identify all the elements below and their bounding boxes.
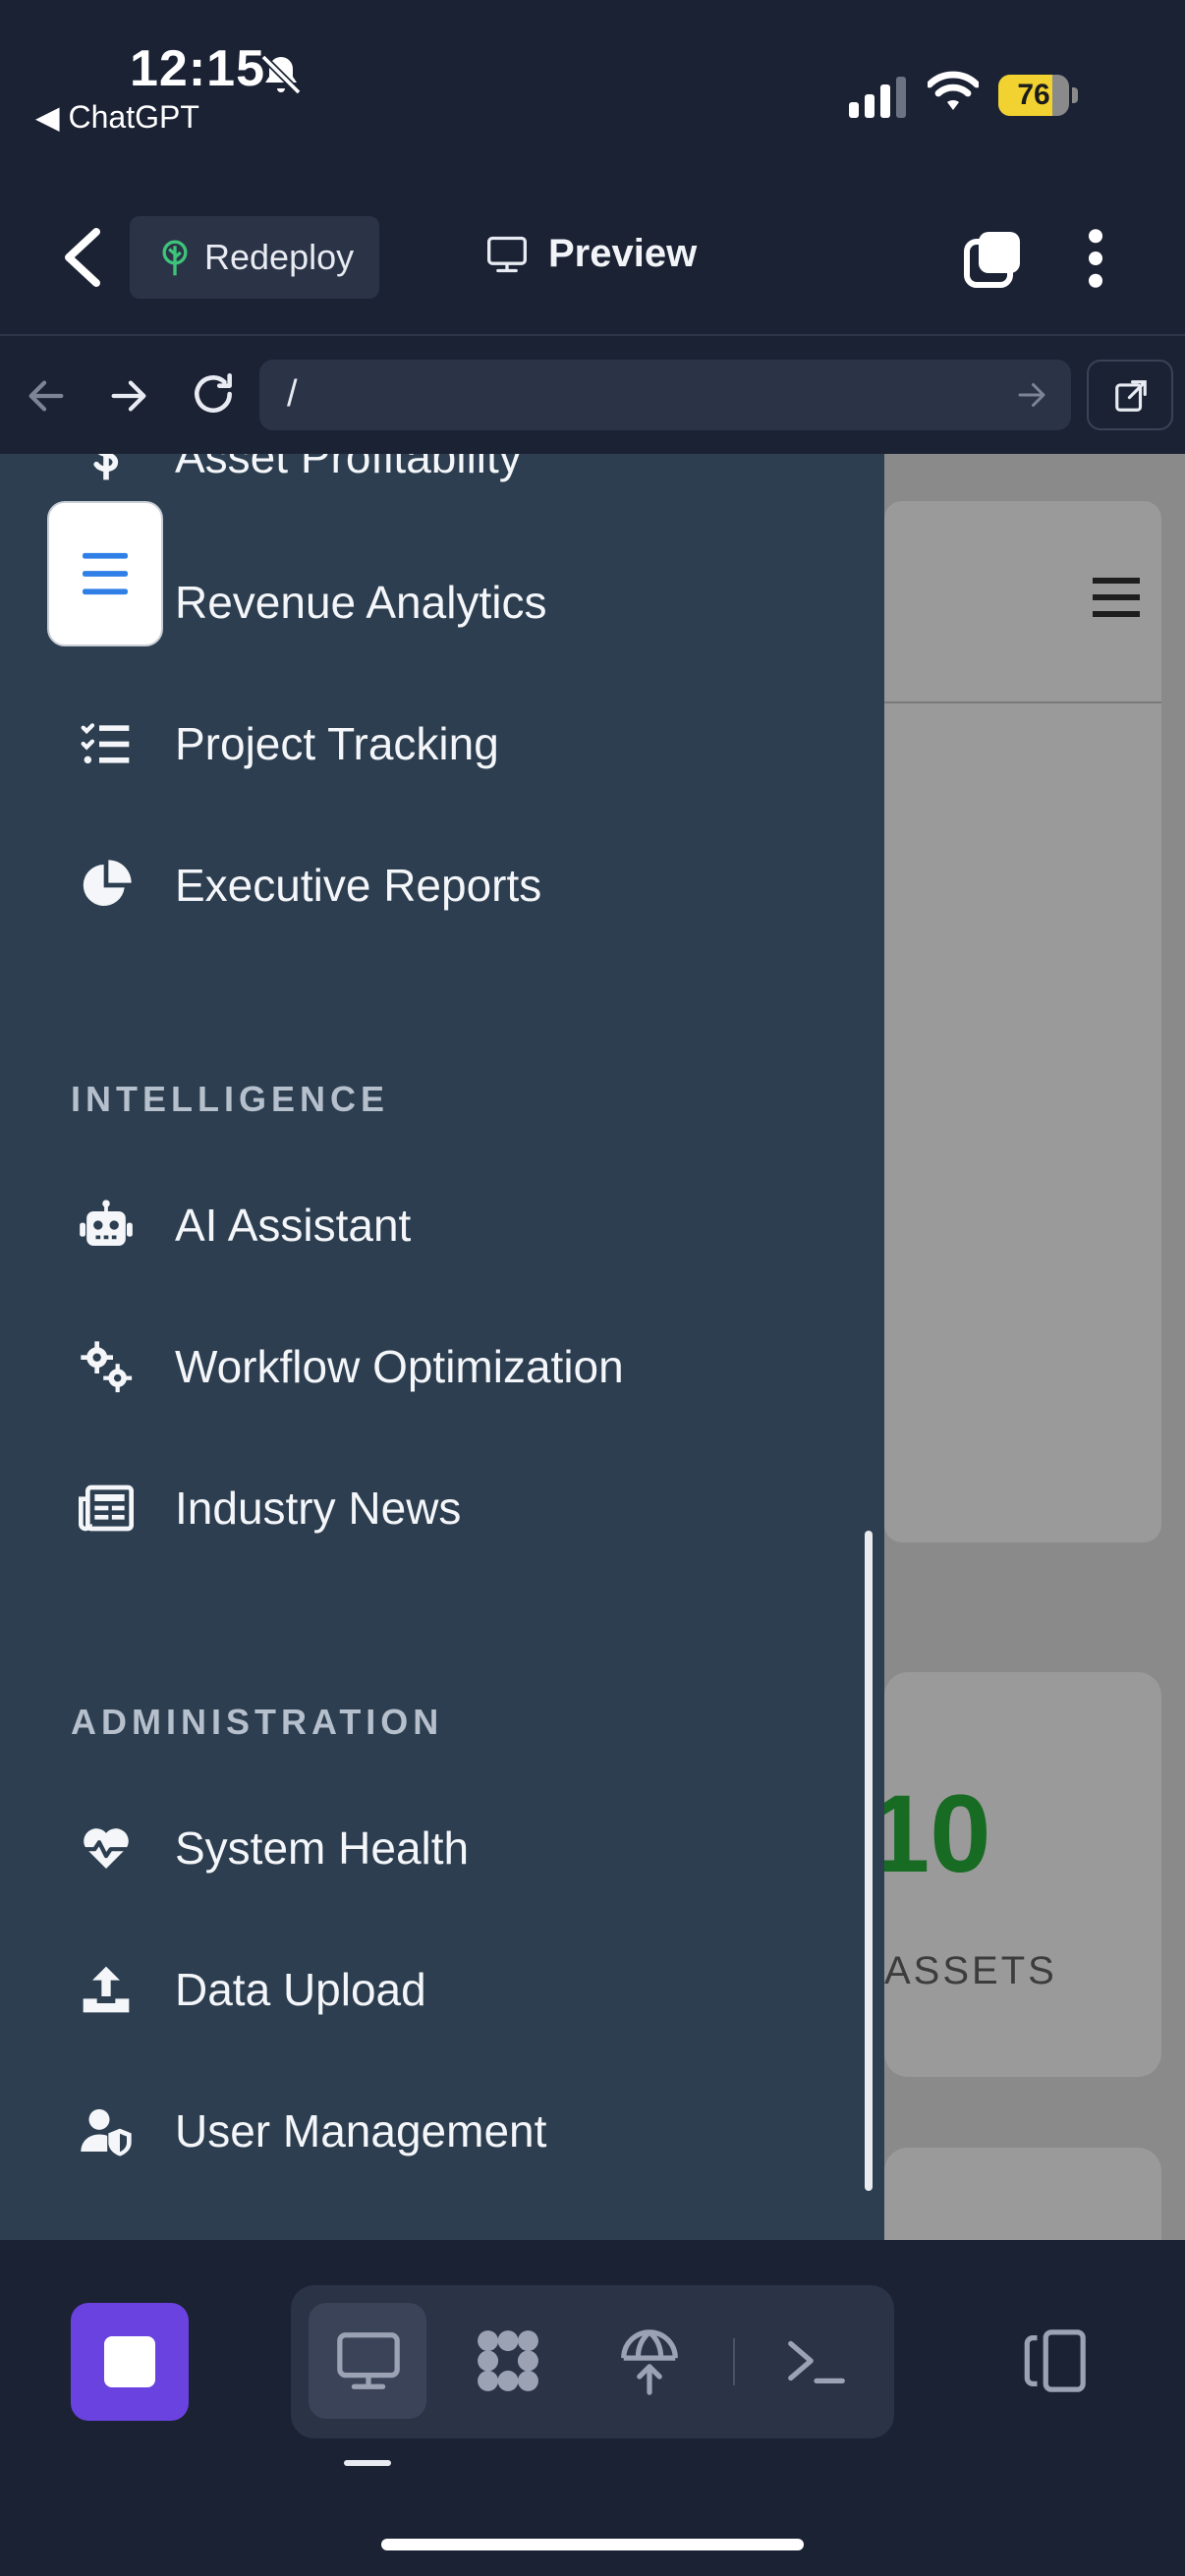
url-input[interactable]: / [259,360,1071,430]
web-preview-viewport: 10 ASSETS Asset Profitability Revenue An… [0,454,1185,2240]
sidebar-item-workflow-optimization[interactable]: Workflow Optimization [0,1313,884,1421]
bell-muted-icon [260,54,302,95]
assets-metric-value: 10 [869,1772,991,1895]
assets-metric-label: ASSETS [884,1949,1057,1992]
sidebar-item-industry-news[interactable]: Industry News [0,1454,884,1562]
hamburger-menu-icon [83,552,128,595]
monitor-icon[interactable] [334,2326,403,2395]
home-indicator [381,2539,804,2550]
cogs-icon [81,1341,133,1393]
go-arrow-icon[interactable] [1014,377,1049,413]
pie-chart-icon [83,860,132,906]
heartbeat-icon [83,1828,130,1869]
background-divider [884,701,1161,703]
sidebar-item-user-management[interactable]: User Management [0,2077,884,2185]
chevron-left-icon[interactable] [61,228,104,287]
redeploy-label: Redeploy [204,237,355,277]
arrow-left-icon[interactable] [24,373,69,419]
wifi-icon [928,71,979,110]
reload-icon[interactable] [189,369,238,419]
sidebar-drawer: Asset Profitability Revenue Analytics Pr… [0,454,884,2240]
newspaper-icon [79,1484,134,1532]
robot-icon [80,1200,133,1246]
sidebar-item-label: Executive Reports [175,860,542,911]
terminal-icon[interactable] [782,2326,851,2395]
sidebar-item-label: User Management [175,2105,547,2156]
copy-window-icon[interactable] [963,230,1022,289]
api-nodes-icon[interactable] [474,2326,542,2395]
background-header-card [884,501,1161,1542]
sidebar-item-label: AI Assistant [175,1200,412,1251]
battery-indicator: 76 [998,75,1079,116]
background-card [884,2148,1161,2240]
deploy-globe-icon[interactable] [615,2326,684,2395]
cellular-signal-icon [849,77,906,118]
redeploy-button[interactable]: Redeploy [130,216,379,299]
preview-label: Preview [548,232,698,275]
dollar-icon [93,454,119,480]
sidebar-item-ai-assistant[interactable]: AI Assistant [0,1171,884,1279]
sidebar-scrollbar[interactable] [865,1531,873,2191]
section-title-intelligence: INTELLIGENCE [71,1079,390,1119]
stop-button[interactable] [71,2303,189,2421]
sidebar-item-project-tracking[interactable]: Project Tracking [0,690,884,798]
url-value: / [287,373,298,415]
hamburger-menu-icon[interactable] [1093,578,1140,617]
status-time: 12:15 [130,40,265,97]
segment-separator [733,2338,735,2385]
sidebar-item-label: System Health [175,1822,470,1874]
sidebar-toggle-button[interactable] [47,501,163,646]
monitor-icon [487,236,527,272]
sidebar-item-system-health[interactable]: System Health [0,1794,884,1902]
split-layout-icon[interactable] [1020,2328,1089,2393]
back-to-chatgpt[interactable]: ◀ ChatGPT [35,98,199,136]
active-segment-indicator [344,2460,391,2466]
sidebar-item-label: Industry News [175,1483,462,1534]
sidebar-item-label: Project Tracking [175,718,499,769]
more-vertical-icon[interactable] [1081,228,1110,289]
user-shield-icon [81,2108,132,2156]
external-link-icon [1115,380,1147,412]
sidebar-item-data-upload[interactable]: Data Upload [0,1935,884,2044]
section-title-administration: ADMINISTRATION [71,1702,444,1742]
upload-icon [83,1966,130,2013]
sidebar-item-executive-reports[interactable]: Executive Reports [0,831,884,939]
open-external-button[interactable] [1087,360,1173,430]
sidebar-item-label: Revenue Analytics [175,577,547,628]
tasks-icon [81,723,130,764]
sidebar-item-label: Asset Profitability [175,454,522,482]
deploy-tree-icon [162,240,188,276]
preview-tab[interactable]: Preview [485,232,697,276]
arrow-right-icon[interactable] [106,373,151,419]
stop-icon [104,2336,155,2387]
battery-level: 76 [1017,79,1050,111]
sidebar-item-label: Workflow Optimization [175,1341,624,1392]
sidebar-item-label: Data Upload [175,1964,426,2015]
